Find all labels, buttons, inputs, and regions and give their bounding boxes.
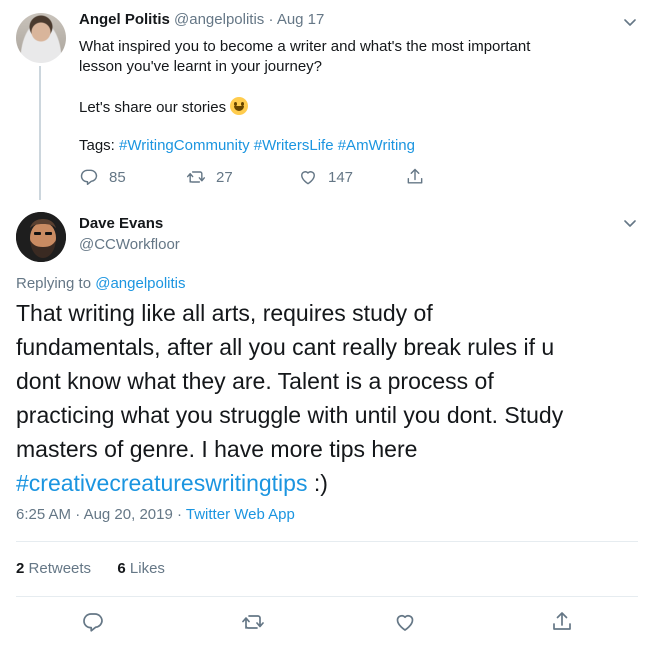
- retweet-total: 2: [16, 560, 25, 577]
- tweet-meta: 6:25 AM · Aug 20, 2019 · Twitter Web App: [16, 506, 295, 523]
- avatar-illustration: [16, 212, 66, 262]
- retweet-button[interactable]: 27: [186, 166, 233, 188]
- divider: [16, 596, 638, 597]
- divider: [16, 541, 638, 542]
- tweet-source-link[interactable]: Twitter Web App: [186, 506, 295, 523]
- reply-tweet-text: That writing like all arts, requires stu…: [16, 296, 646, 500]
- reply-text-line: That writing like all arts, requires stu…: [16, 300, 433, 326]
- engagement-stats: 2 Retweets 6 Likes: [16, 560, 165, 577]
- parent-tweet-text: What inspired you to become a writer and…: [79, 37, 634, 117]
- parent-action-bar: 85 27 147: [79, 166, 439, 188]
- tweet-time[interactable]: 6:25 AM: [16, 506, 71, 523]
- reply-button[interactable]: [81, 610, 105, 634]
- tags-line: Tags: #WritingCommunity #WritersLife #Am…: [79, 137, 415, 154]
- reply-action-bar: [0, 610, 654, 638]
- retweets-label: Retweets: [28, 560, 92, 577]
- parent-text-line: Let's share our stories: [79, 97, 634, 117]
- avatar-dave-evans[interactable]: [16, 212, 66, 262]
- reply-text-line: #creativecreatureswritingtips :): [16, 466, 646, 500]
- replying-to: Replying to @angelpolitis: [16, 275, 186, 292]
- replying-to-label: Replying to: [16, 275, 92, 292]
- likes-label: Likes: [129, 560, 165, 577]
- like-total: 6: [117, 560, 126, 577]
- like-button[interactable]: [393, 610, 417, 634]
- replying-to-handle[interactable]: @angelpolitis: [95, 275, 185, 292]
- heart-icon: [396, 614, 414, 631]
- parent-text-line: lesson you've learnt in your journey?: [79, 58, 323, 75]
- like-count: 147: [328, 168, 354, 186]
- tweet-date[interactable]: Aug 20, 2019: [84, 506, 173, 523]
- reply-author-name[interactable]: Dave Evans: [79, 215, 163, 232]
- share-icon: [407, 168, 423, 184]
- reply-icon: [83, 613, 103, 632]
- reply-text-line: masters of genre. I have more tips here: [16, 436, 418, 462]
- retweet-button[interactable]: [241, 610, 265, 634]
- avatar-angel-politis[interactable]: [16, 13, 66, 63]
- chevron-down-icon: [624, 19, 636, 26]
- parent-author-handle[interactable]: @angelpolitis: [174, 11, 264, 28]
- thread-connector: [39, 66, 41, 200]
- retweet-count: 27: [216, 168, 233, 186]
- reply-author-handle[interactable]: @CCWorkfloor: [79, 236, 180, 253]
- retweets-stat[interactable]: 2 Retweets: [16, 560, 91, 577]
- share-button[interactable]: [550, 610, 574, 634]
- tags-label: Tags:: [79, 137, 115, 154]
- retweet-icon: [242, 615, 264, 629]
- reply-text-line: practicing what you struggle with until …: [16, 402, 564, 428]
- reply-text-line: fundamentals, after all you cant really …: [16, 334, 555, 360]
- share-button[interactable]: [405, 166, 425, 188]
- likes-stat[interactable]: 6 Likes: [117, 560, 165, 577]
- parent-text-line: What inspired you to become a writer and…: [79, 38, 531, 55]
- hashtag-link[interactable]: #WritingCommunity: [119, 137, 250, 154]
- reply-icon: [80, 169, 98, 186]
- reply-text-tail: :): [313, 470, 328, 496]
- reply-menu-button[interactable]: [622, 215, 638, 236]
- chevron-down-icon: [624, 220, 636, 227]
- parent-menu-button[interactable]: [622, 14, 638, 35]
- like-button[interactable]: 147: [298, 166, 353, 188]
- heart-icon: [301, 171, 315, 185]
- meta-separator: ·: [75, 506, 81, 523]
- reply-text-line: dont know what they are. Talent is a pro…: [16, 368, 494, 394]
- hashtag-link[interactable]: #creativecreatureswritingtips: [16, 470, 307, 496]
- hashtag-link[interactable]: #WritersLife: [254, 137, 334, 154]
- reply-button[interactable]: 85: [79, 166, 126, 188]
- parent-text-fragment: Let's share our stories: [79, 99, 227, 116]
- parent-tweet-header: Angel Politis @angelpolitis · Aug 17: [79, 11, 324, 28]
- retweet-icon: [186, 171, 206, 183]
- header-separator: ·: [268, 11, 274, 28]
- reply-count: 85: [109, 168, 126, 186]
- grinning-face-emoji: [230, 97, 249, 115]
- parent-tweet-date[interactable]: Aug 17: [277, 11, 325, 28]
- hashtag-link[interactable]: #AmWriting: [338, 137, 415, 154]
- meta-separator: ·: [176, 506, 182, 523]
- parent-author-name[interactable]: Angel Politis: [79, 11, 170, 28]
- share-icon: [553, 612, 571, 630]
